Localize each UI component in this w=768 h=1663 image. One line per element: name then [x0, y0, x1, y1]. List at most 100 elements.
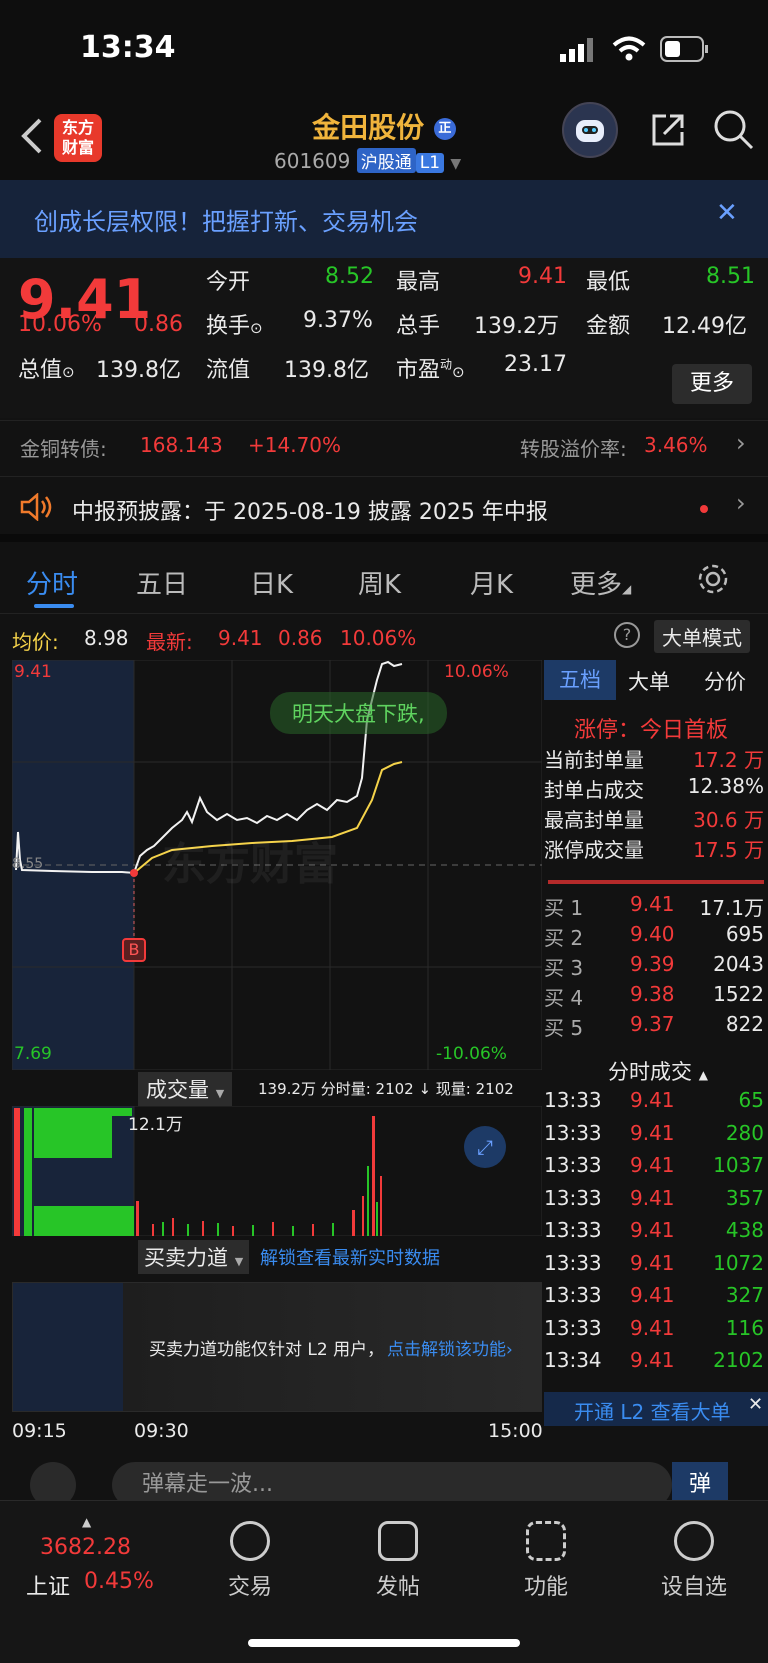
bid-list: 买 1 9.41 17.1万买 2 9.40 695 买 3 9.39 2043 买 4 9.38…	[544, 892, 768, 1052]
trade-volume: 116	[725, 1315, 764, 1340]
comment-bar: 弹幕走一波... 弹	[0, 1460, 768, 1508]
trade-volume: 1037	[713, 1153, 764, 1177]
bid-price: 9.39	[630, 952, 675, 976]
trades-title[interactable]: 分时成交 ▲	[608, 1056, 708, 1086]
avg-value: 8.98	[84, 626, 129, 650]
trade-time: 13:33	[544, 1250, 602, 1275]
robot-avatar[interactable]	[562, 102, 618, 158]
volume-value: 139.2万	[474, 314, 559, 339]
bid-price: 9.38	[630, 982, 675, 1006]
edit-icon	[378, 1521, 418, 1561]
more-dots-icon	[674, 1521, 714, 1561]
trade-volume: 65	[738, 1088, 764, 1112]
trade-price: 9.41	[630, 1315, 675, 1340]
watermark: 东方财富	[162, 839, 338, 890]
top-pct-label: 10.06%	[444, 662, 509, 682]
nav-functions[interactable]: 功能	[486, 1521, 606, 1601]
banner-close-icon[interactable]: ✕	[716, 198, 738, 228]
volume-dropdown[interactable]: 成交量 ▼	[138, 1072, 233, 1106]
search-icon[interactable]	[712, 108, 756, 156]
status-bar: 13:34	[0, 0, 768, 100]
side-tab-price[interactable]: 分价	[704, 666, 746, 696]
trade-time: 13:33	[544, 1088, 602, 1112]
tab-day-k[interactable]: 日K	[250, 564, 293, 601]
bond-pct: +14.70%	[248, 433, 342, 457]
amount-label: 金额	[586, 314, 631, 339]
bid-price: 9.40	[630, 922, 675, 946]
index-up-arrow: ▲	[82, 1515, 92, 1529]
open-value: 8.52	[325, 264, 374, 289]
trade-volume: 280	[725, 1120, 764, 1145]
tab-intraday[interactable]: 分时	[26, 564, 78, 601]
promo-banner[interactable]: 创成长层权限！把握打新、交易机会 ✕	[0, 180, 768, 258]
trade-time: 13:33	[544, 1185, 602, 1210]
stock-code-row[interactable]: 601609 沪股通 L1 ▼	[274, 148, 461, 173]
chart-header: 均价: 8.98 最新: 9.41 0.86 10.06% ? 大单模式	[0, 618, 768, 658]
change-pct: 10.06%	[18, 312, 102, 337]
l2-close-icon[interactable]: ✕	[748, 1394, 763, 1415]
tab-month-k[interactable]: 月K	[470, 564, 513, 601]
unread-dot	[700, 505, 708, 513]
help-icon[interactable]: ?	[614, 622, 640, 648]
bid-price: 9.37	[630, 1012, 675, 1036]
volume-chart: 12.1万 ⤢	[11, 1105, 543, 1237]
volume-label: 总手	[396, 314, 441, 339]
side-tab-level5[interactable]: 五档	[544, 660, 616, 700]
seal-stat-label: 封单占成交	[544, 778, 644, 802]
bottom-price-label: 7.69	[14, 1044, 52, 1064]
trade-row: 13:34 9.41 2102	[544, 1348, 768, 1380]
info-icon: ⊙	[452, 363, 465, 381]
bid-volume: 17.1万	[699, 896, 764, 920]
force-dropdown[interactable]: 买卖力道 ▼	[138, 1240, 250, 1274]
time-start: 09:15	[12, 1420, 67, 1442]
trade-row: 13:33 9.41 438	[544, 1218, 768, 1250]
bid-label: 买 4	[544, 986, 584, 1010]
seal-stat-row: 当前封单量 17.2 万	[544, 744, 768, 776]
change-value: 0.86	[134, 312, 183, 337]
time-axis: 09:15 09:30 15:00	[0, 1418, 543, 1448]
trade-time: 13:33	[544, 1120, 602, 1145]
convertible-bond-row[interactable]: 金铜转债: 168.143 +14.70% 转股溢价率: 3.46% ›	[0, 420, 768, 476]
l2-banner[interactable]: 开通 L2 查看大单 ✕	[544, 1392, 768, 1426]
trade-price: 9.41	[630, 1348, 675, 1372]
notice-row[interactable]: 中报预披露：于 2025-08-19 披露 2025 年中报 ›	[0, 476, 768, 542]
expand-icon[interactable]: ⤢	[464, 1126, 506, 1168]
pe-label: 市盈动⊙	[396, 357, 465, 383]
nav-trade[interactable]: 交易	[190, 1521, 310, 1601]
chevron-right-icon: ›	[736, 429, 746, 457]
big-order-mode-button[interactable]: 大单模式	[654, 620, 750, 653]
index-pct: 0.45%	[84, 1569, 154, 1594]
l2-banner-text: 开通 L2 查看大单	[574, 1400, 731, 1424]
volume-header: 成交量 ▼ 139.2万 分时量: 2102 ↓ 现量: 2102	[0, 1072, 542, 1106]
force-unlock-button[interactable]: 点击解锁该功能›	[387, 1335, 513, 1360]
tab-week-k[interactable]: 周K	[358, 564, 401, 601]
trade-price: 9.41	[630, 1120, 675, 1145]
seal-stat-value: 12.38%	[687, 774, 764, 798]
more-button[interactable]: 更多	[672, 364, 752, 404]
bid-volume: 2043	[713, 952, 764, 976]
bid-label: 买 5	[544, 1016, 584, 1040]
trade-price: 9.41	[630, 1283, 675, 1307]
side-tab-big-order[interactable]: 大单	[628, 666, 670, 696]
buy-marker[interactable]: B	[122, 938, 146, 962]
force-unlock-link[interactable]: 解锁查看最新实时数据	[260, 1244, 440, 1270]
nav-post[interactable]: 发帖	[338, 1521, 458, 1601]
seal-stat-row: 最高封单量 30.6 万	[544, 804, 768, 836]
hk-connect-tag: 沪股通	[356, 148, 416, 173]
intraday-chart[interactable]: 9.41 10.06% 7.69 -10.06% 8.55 东方财富 明天大盘下…	[11, 659, 543, 1071]
period-tabs: 分时 五日 日K 周K 月K 更多◢	[0, 550, 768, 614]
settings-gear-icon[interactable]	[696, 562, 730, 600]
side-tabs: 五档 大单 分价	[544, 660, 768, 700]
high-label: 最高	[396, 270, 441, 295]
amount-value: 12.49亿	[662, 314, 747, 339]
latest-value: 9.41	[218, 626, 263, 650]
tab-five-day[interactable]: 五日	[136, 564, 188, 601]
index-ticker[interactable]: ▲ 3682.28 上证 0.45%	[18, 1515, 178, 1605]
tab-more[interactable]: 更多◢	[570, 564, 631, 601]
chevron-right-icon: ›	[736, 489, 746, 517]
nav-watchlist[interactable]: 设自选	[634, 1521, 754, 1601]
share-icon[interactable]	[648, 110, 688, 154]
seal-stat-row: 封单占成交 12.38%	[544, 774, 768, 806]
trade-price: 9.41	[630, 1218, 675, 1242]
trade-row: 13:33 9.41 1037	[544, 1153, 768, 1185]
